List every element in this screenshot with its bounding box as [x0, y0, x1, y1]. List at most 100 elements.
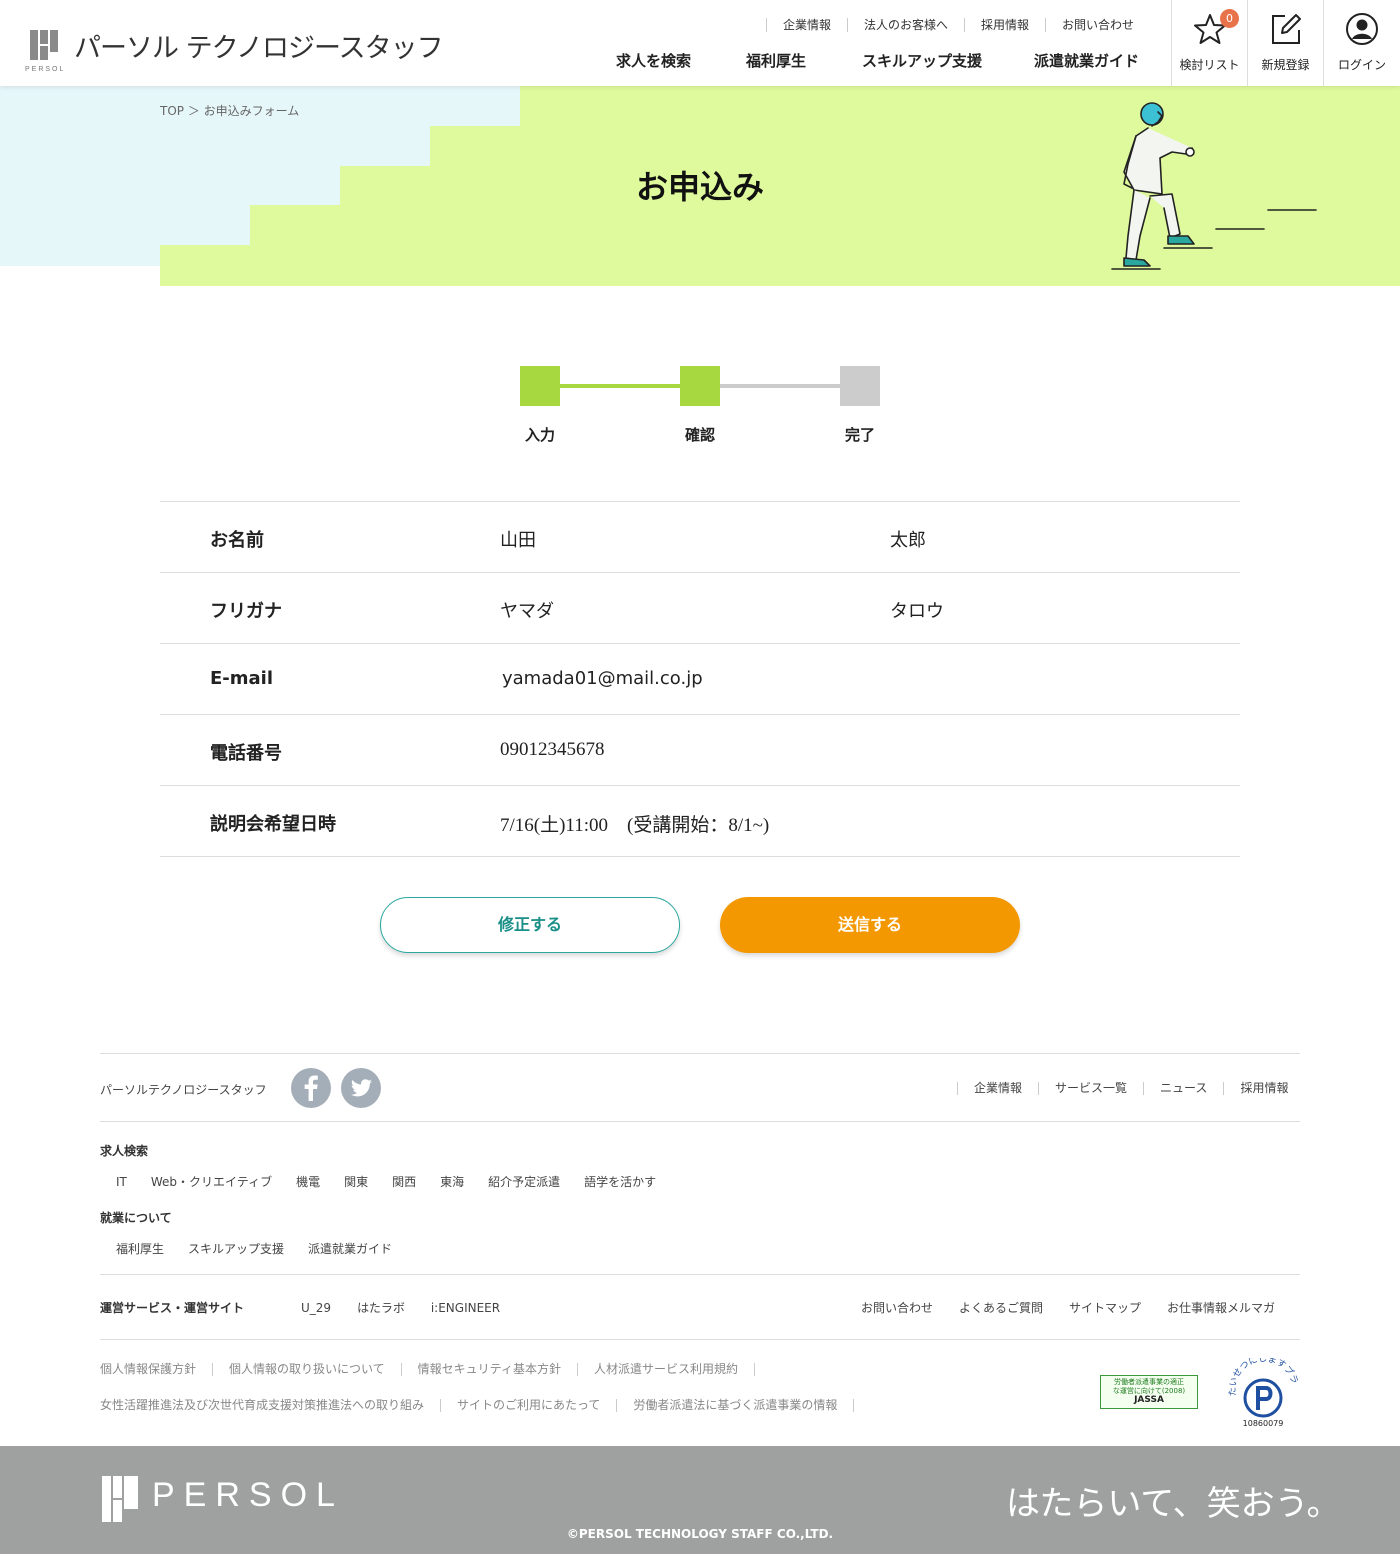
footer-link-temp-to-perm[interactable]: 紹介予定派遣: [476, 1176, 572, 1189]
footer-link-u29[interactable]: U_29: [289, 1302, 343, 1315]
privacy-mark-number: 10860079: [1243, 1419, 1284, 1428]
footer-link-hatalabo[interactable]: はたラボ: [343, 1302, 417, 1315]
footer-link-contact[interactable]: お問い合わせ: [849, 1302, 945, 1315]
step-marker-input: [520, 366, 560, 406]
footer-link-web[interactable]: Web・クリエイティブ: [139, 1176, 284, 1189]
edit-button[interactable]: 修正する: [380, 897, 680, 953]
facebook-icon[interactable]: [291, 1068, 331, 1108]
row-label: 電話番号: [210, 743, 282, 764]
footer-link-terms[interactable]: 人材派遣サービス利用規約: [594, 1363, 755, 1376]
logo-small-text: PERSOL: [25, 66, 66, 73]
nav-skillup[interactable]: スキルアップ支援: [862, 50, 1034, 71]
login-label: ログイン: [1337, 58, 1386, 72]
legal-links-row2: 女性活躍推進法及び次世代育成支援対策推進法への取り組み サイトのご利用にあたって…: [100, 1399, 870, 1412]
nav-guide[interactable]: 派遣就業ガイド: [1034, 50, 1164, 71]
copyright: ©PERSOL TECHNOLOGY STAFF CO.,LTD.: [566, 1527, 834, 1541]
footer-link-dispatch-info[interactable]: 労働者派遣法に基づく派遣事業の情報: [633, 1399, 855, 1412]
login-button[interactable]: ログイン: [1323, 0, 1400, 86]
footer-top-links: 企業情報 サービス一覧 ニュース 採用情報: [957, 1082, 1304, 1095]
footer-link-recruit[interactable]: 採用情報: [1223, 1082, 1304, 1095]
table-row-name: お名前 山田 太郎: [160, 502, 1240, 573]
footer-divider: [100, 1274, 1300, 1275]
register-button[interactable]: 新規登録: [1247, 0, 1323, 86]
footer-link-site-usage[interactable]: サイトのご利用にあたって: [457, 1399, 618, 1412]
last-name-value: 山田: [500, 530, 536, 551]
slogan: はたらいて、笑おう。: [1006, 1484, 1341, 1524]
footer-link-security-policy[interactable]: 情報セキュリティ基本方針: [418, 1363, 578, 1376]
job-search-links: IT Web・クリエイティブ 機電 関東 関西 東海 紹介予定派遣 語学を活かす: [104, 1176, 668, 1189]
email-value: yamada01@mail.co.jp: [502, 668, 703, 689]
footer-link-news[interactable]: ニュース: [1143, 1082, 1223, 1095]
top-link-recruit[interactable]: 採用情報: [964, 18, 1045, 32]
footer-link-sitemap[interactable]: サイトマップ: [1055, 1302, 1153, 1315]
row-label: フリガナ: [210, 601, 282, 622]
main-nav: 求人を検索 福利厚生 スキルアップ支援 派遣就業ガイド: [616, 50, 1164, 71]
header-top-links: 企業情報 法人のお客様へ 採用情報 お問い合わせ: [766, 18, 1150, 32]
employment-links: 福利厚生 スキルアップ支援 派遣就業ガイド: [104, 1243, 404, 1256]
watchlist-label: 検討リスト: [1179, 58, 1240, 72]
page-title: お申込み: [635, 168, 764, 206]
persol-footer-logo-icon: [102, 1476, 138, 1522]
table-row-phone: 電話番号 09012345678: [160, 715, 1240, 786]
row-label: 説明会希望日時: [210, 814, 336, 835]
footer-link-women-act[interactable]: 女性活躍推進法及び次世代育成支援対策推進法への取り組み: [100, 1399, 442, 1412]
confirmation-table: お名前 山田 太郎 フリガナ ヤマダ タロウ E-mail yamada01@m…: [160, 501, 1240, 857]
footer-company-name[interactable]: パーソルテクノロジースタッフ: [100, 1081, 267, 1098]
jassa-name: JASSA: [1134, 1395, 1164, 1405]
footer-link-kansai[interactable]: 関西: [380, 1176, 428, 1189]
table-row-furigana: フリガナ ヤマダ タロウ: [160, 573, 1240, 644]
services-heading: 運営サービス・運営サイト: [100, 1301, 245, 1315]
row-label: E-mail: [210, 668, 274, 689]
watchlist-count-badge: 0: [1220, 9, 1239, 28]
privacy-mark-icon[interactable]: たいせつにしますプライバシー 10860079: [1223, 1350, 1300, 1430]
breadcrumb[interactable]: TOP ＞ お申込みフォーム: [160, 102, 299, 119]
footer-link-guide[interactable]: 派遣就業ガイド: [296, 1243, 404, 1256]
table-row-session: 説明会希望日時 7/16(土)11:00 (受講開始：8/1~): [160, 786, 1240, 857]
step-label-input: 入力: [524, 426, 555, 444]
site-header: PERSOL パーソル テクノロジースタッフ 企業情報 法人のお客様へ 採用情報…: [0, 0, 1400, 86]
jassa-badge[interactable]: 労働者派遣事業の適正 な運営に向けて(2008) JASSA: [1100, 1375, 1198, 1409]
edit-icon: [1272, 14, 1301, 44]
footer-link-kanto[interactable]: 関東: [332, 1176, 380, 1189]
user-icon: [1346, 13, 1378, 45]
top-link-contact[interactable]: お問い合わせ: [1045, 18, 1150, 32]
support-links: お問い合わせ よくあるご質問 サイトマップ お仕事情報メルマガ: [849, 1302, 1287, 1315]
step-marker-confirm: [680, 366, 720, 406]
nav-welfare[interactable]: 福利厚生: [746, 50, 862, 71]
legal-links-row1: 個人情報保護方針 個人情報の取り扱いについて 情報セキュリティ基本方針 人材派遣…: [100, 1363, 771, 1376]
progress-steps: 入力 確認 完了: [0, 366, 1400, 456]
footer-link-electrical[interactable]: 機電: [284, 1176, 332, 1189]
footer-link-services[interactable]: サービス一覧: [1038, 1082, 1143, 1095]
jassa-line1: 労働者派遣事業の適正: [1114, 1378, 1184, 1386]
step-connector-done: [560, 384, 680, 388]
footer-link-newsletter[interactable]: お仕事情報メルマガ: [1153, 1302, 1287, 1315]
footer-divider: [100, 1121, 1300, 1122]
top-link-company[interactable]: 企業情報: [766, 18, 847, 32]
services-links: U_29 はたラボ i:ENGINEER: [289, 1302, 512, 1315]
footer-link-tokai[interactable]: 東海: [428, 1176, 476, 1189]
footer-link-company[interactable]: 企業情報: [957, 1082, 1038, 1095]
nav-job-search[interactable]: 求人を検索: [616, 50, 746, 71]
footer-link-personal-info[interactable]: 個人情報の取り扱いについて: [229, 1363, 402, 1376]
footer-link-language[interactable]: 語学を活かす: [572, 1176, 668, 1189]
footer-divider: [100, 1339, 1300, 1340]
persol-wordmark: PERSOL: [152, 1476, 344, 1514]
first-name-value: 太郎: [890, 530, 926, 551]
first-name-kana-value: タロウ: [890, 601, 944, 622]
row-label: お名前: [210, 530, 264, 551]
footer-link-iengineer[interactable]: i:ENGINEER: [417, 1302, 512, 1315]
footer-link-skillup[interactable]: スキルアップ支援: [176, 1243, 296, 1256]
watchlist-button[interactable]: 0 検討リスト: [1171, 0, 1247, 86]
step-label-confirm: 確認: [684, 426, 715, 444]
top-link-corporate[interactable]: 法人のお客様へ: [847, 18, 964, 32]
brand-name[interactable]: パーソル テクノロジースタッフ: [74, 26, 444, 65]
session-datetime-value: 7/16(土)11:00 (受講開始：8/1~): [500, 815, 770, 836]
footer-link-privacy-policy[interactable]: 個人情報保護方針: [100, 1363, 214, 1376]
step-connector-pending: [720, 384, 840, 388]
footer-link-it[interactable]: IT: [104, 1176, 139, 1189]
footer-link-faq[interactable]: よくあるご質問: [945, 1302, 1055, 1315]
twitter-icon[interactable]: [341, 1068, 381, 1108]
footer-link-welfare[interactable]: 福利厚生: [104, 1243, 176, 1256]
send-button[interactable]: 送信する: [720, 897, 1020, 953]
employment-heading: 就業について: [100, 1211, 172, 1225]
